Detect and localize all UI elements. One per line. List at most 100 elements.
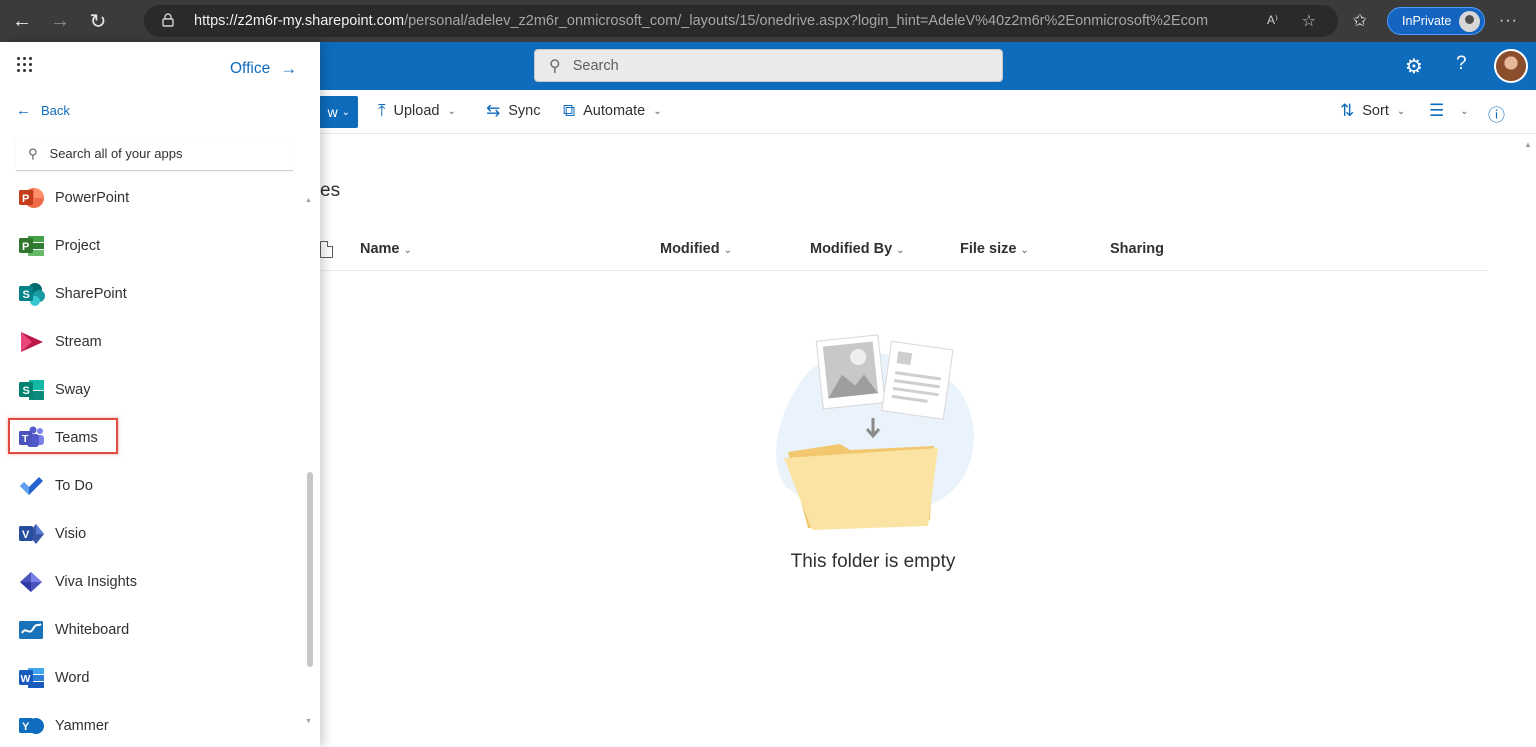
new-button[interactable]: w ⌄ [320,96,358,128]
automate-button[interactable]: ⧉ Automate ⌄ [563,101,662,121]
back-label: Back [41,103,70,118]
upload-button[interactable]: ⤒ Upload ⌄ [378,101,456,121]
visio-icon: V [18,522,45,546]
svg-text:S: S [23,289,30,301]
settings-gear-icon[interactable]: ⚙ [1405,54,1423,79]
sort-icon: ⇅ [1340,101,1355,120]
view-options-button[interactable]: ☰ ⌄ [1429,101,1469,121]
svg-text:P: P [22,241,29,253]
chevron-down-icon: ⌄ [723,245,732,256]
project-icon: P [18,234,45,258]
view-list-icon: ☰ [1429,101,1445,120]
back-button[interactable]: ← Back [16,102,70,119]
sway-icon: S [18,378,45,402]
empty-folder-message: This folder is empty [790,551,956,572]
app-search-input[interactable]: ⚲ Search all of your apps [16,137,293,171]
profile-avatar [1459,11,1481,32]
app-item-project[interactable]: P Project [18,231,100,261]
sort-label: Sort [1362,103,1389,119]
app-label: Viva Insights [55,574,137,590]
arrow-right-icon: → [280,59,298,78]
search-box[interactable]: ⚲ Search [534,49,1003,82]
lock-icon[interactable] [162,12,176,30]
read-aloud-icon[interactable]: A⁾ [1267,13,1278,27]
page-scrollbar[interactable]: ▲ [1520,134,1536,747]
chevron-down-icon: ⌄ [447,105,456,117]
column-label: Modified By [810,241,893,257]
upload-label: Upload [393,103,440,119]
chevron-down-icon: ⌄ [403,245,412,256]
app-label: Project [55,238,101,254]
scroll-up-icon[interactable]: ▲ [1524,140,1532,149]
app-label: SharePoint [55,286,127,302]
automate-icon: ⧉ [563,101,576,120]
arrow-left-icon: ← [16,102,31,119]
app-item-viva-insights[interactable]: Viva Insights [18,567,137,597]
inprivate-button[interactable]: InPrivate [1387,7,1486,35]
powerpoint-icon: P [18,186,45,210]
info-icon[interactable]: ⓘ [1488,101,1505,126]
back-arrow-icon[interactable]: ← [6,5,38,37]
browser-toolbar: ← → ↻ https://z2m6r-my.sharepoint.com/pe… [0,0,1536,42]
chevron-down-icon: ⌄ [341,106,350,118]
app-item-visio[interactable]: V Visio [18,519,86,549]
user-avatar[interactable] [1494,49,1528,83]
address-bar[interactable]: https://z2m6r-my.sharepoint.com/personal… [144,5,1338,37]
office-link[interactable]: Office → [230,59,297,79]
column-label: File size [960,241,1017,257]
sync-icon: ⇆ [486,101,501,120]
app-launcher-waffle-icon[interactable] [17,57,33,73]
app-list: P PowerPoint P Project S SharePoint Stre… [0,175,320,735]
svg-text:V: V [22,529,30,541]
upload-icon: ⤒ [378,101,386,120]
yammer-icon: Y [18,714,45,735]
panel-scroll-up-icon[interactable]: ▲ [305,197,312,204]
column-label: Modified [660,241,720,257]
app-item-to-do[interactable]: To Do [18,471,93,501]
app-label: PowerPoint [55,190,130,206]
sharepoint-icon: S [18,282,45,306]
sync-button[interactable]: ⇆ Sync [486,101,541,121]
automate-label: Automate [583,103,646,119]
viva-insights-icon [18,570,45,594]
forward-arrow-icon[interactable]: → [44,5,76,37]
url-text[interactable]: https://z2m6r-my.sharepoint.com/personal… [194,13,1234,29]
app-item-whiteboard[interactable]: Whiteboard [18,615,129,645]
search-icon: ⚲ [28,145,38,161]
file-type-icon[interactable] [320,241,333,258]
favorite-star-icon[interactable]: ☆ [1302,11,1316,31]
app-item-stream[interactable]: Stream [18,327,102,357]
new-button-label: w [327,104,338,120]
app-item-sway[interactable]: S Sway [18,375,90,405]
page-title: es [320,180,341,201]
svg-text:S: S [23,385,30,397]
app-item-word[interactable]: W Word [18,663,89,693]
column-modified[interactable]: Modified ⌄ [660,241,732,257]
column-sharing[interactable]: Sharing [1110,241,1164,257]
help-icon[interactable]: ? [1456,53,1467,75]
svg-text:W: W [21,673,31,685]
app-item-yammer[interactable]: Y Yammer [18,711,109,735]
favorites-icon[interactable]: ✩ [1353,11,1367,31]
app-item-sharepoint[interactable]: S SharePoint [18,279,127,309]
app-label: Stream [55,334,102,350]
column-name[interactable]: Name ⌄ [360,241,412,257]
more-menu-icon[interactable]: ··· [1499,12,1518,30]
teams-highlight-box [8,418,118,454]
app-search-placeholder: Search all of your apps [49,146,183,161]
panel-scrollbar-thumb[interactable] [307,472,313,667]
chevron-down-icon: ⌄ [1020,245,1029,256]
office-link-label: Office [230,60,271,77]
search-icon: ⚲ [549,57,561,75]
app-item-powerpoint[interactable]: P PowerPoint [18,183,129,213]
chevron-down-icon: ⌄ [1396,105,1406,117]
refresh-icon[interactable]: ↻ [82,5,114,37]
column-modified-by[interactable]: Modified By ⌄ [810,241,905,257]
stream-icon [18,330,45,354]
app-label: To Do [55,478,93,494]
app-label: Whiteboard [55,622,130,638]
panel-scroll-down-icon[interactable]: ▼ [305,718,312,725]
whiteboard-icon [18,618,45,642]
column-file-size[interactable]: File size ⌄ [960,241,1029,257]
sort-button[interactable]: ⇅ Sort ⌄ [1340,101,1405,121]
